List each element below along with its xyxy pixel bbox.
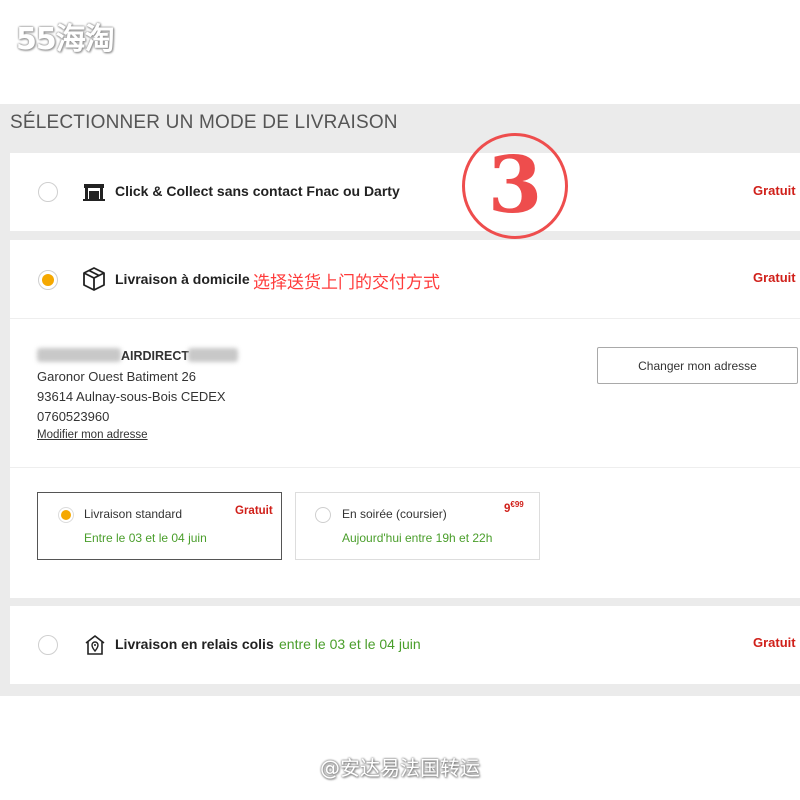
address-line2: 93614 Aulnay-sous-Bois CEDEX: [37, 389, 226, 404]
relay-point-icon: [84, 634, 106, 656]
radio-standard[interactable]: [58, 507, 74, 523]
radio-relais[interactable]: [38, 635, 58, 655]
section-title: SÉLECTIONNER UN MODE DE LIVRAISON: [10, 112, 398, 133]
price-domicile: Gratuit: [753, 270, 796, 285]
radio-domicile[interactable]: [38, 270, 58, 290]
store-icon: [83, 183, 105, 201]
redacted-name-end: [188, 348, 238, 362]
price-standard: Gratuit: [235, 505, 273, 517]
sub-option-date-standard: Entre le 03 et le 04 juin: [84, 531, 207, 545]
address-phone: 0760523960: [37, 409, 110, 424]
package-icon: [83, 267, 105, 291]
price-click-collect: Gratuit: [753, 183, 796, 198]
price-evening: 9€99: [504, 500, 524, 515]
address-line1: Garonor Ouest Batiment 26: [37, 369, 196, 384]
sub-option-date-evening: Aujourd'hui entre 19h et 22h: [342, 531, 493, 545]
watermark-logo: 55海淘: [16, 22, 115, 57]
radio-evening[interactable]: [315, 507, 331, 523]
modify-address-link[interactable]: Modifier mon adresse: [37, 429, 148, 441]
price-relais: Gratuit: [753, 635, 796, 650]
address-name: AIRDIRECT: [121, 349, 190, 363]
option-label-click-collect: Click & Collect sans contact Fnac ou Dar…: [115, 183, 400, 199]
watermark-text: @安达易法国转运: [320, 756, 480, 780]
option-label-relais: Livraison en relais colis: [115, 636, 274, 652]
divider: [10, 318, 800, 319]
redacted-name: [37, 348, 121, 362]
option-date-relais: entre le 03 et le 04 juin: [279, 636, 421, 652]
sub-option-standard[interactable]: [37, 492, 282, 560]
annotation-note: 选择送货上门的交付方式: [253, 273, 440, 292]
change-address-button[interactable]: Changer mon adresse: [597, 347, 798, 384]
step-number-annotation: 3: [462, 133, 568, 239]
radio-click-collect[interactable]: [38, 182, 58, 202]
sub-option-title-evening: En soirée (coursier): [342, 507, 447, 521]
divider: [10, 467, 800, 468]
sub-option-title-standard: Livraison standard: [84, 507, 183, 521]
option-label-domicile: Livraison à domicile: [115, 271, 250, 287]
price-evening-cents: €99: [510, 500, 524, 509]
